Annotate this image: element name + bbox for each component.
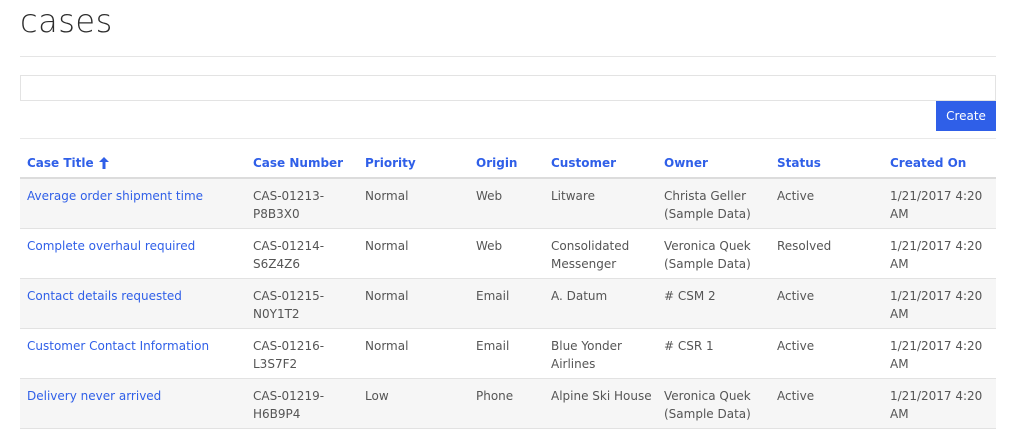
column-header-priority[interactable]: Priority (365, 156, 465, 170)
case-number-line: CAS-01216- (253, 339, 325, 353)
column-header-status[interactable]: Status (777, 156, 877, 170)
created-on-line: AM (890, 357, 909, 371)
owner-line: (Sample Data) (664, 257, 751, 271)
customer-cell: Litware (551, 187, 656, 205)
case-title-link[interactable]: Delivery never arrived (27, 387, 247, 405)
customer-line: Blue Yonder (551, 339, 622, 353)
customer-line: Alpine Ski House (551, 389, 652, 403)
customer-line: Airlines (551, 357, 596, 371)
customer-line: Messenger (551, 257, 617, 271)
created-on-cell: 1/21/2017 4:20 AM (890, 187, 990, 223)
column-header-owner[interactable]: Owner (664, 156, 774, 170)
column-header-case-title[interactable]: Case Title (27, 156, 247, 170)
case-title-link[interactable]: Customer Contact Information (27, 337, 247, 355)
priority-cell: Normal (365, 189, 409, 203)
priority-cell: Normal (365, 239, 409, 253)
created-on-line: 1/21/2017 4:20 (890, 189, 983, 203)
case-number-line: S6Z4Z6 (253, 257, 300, 271)
created-on-line: 1/21/2017 4:20 (890, 389, 983, 403)
case-number-line: H6B9P4 (253, 407, 301, 421)
customer-line: Litware (551, 189, 595, 203)
case-number-line: CAS-01213- (253, 189, 325, 203)
page-title: cases (20, 2, 113, 40)
case-title-link[interactable]: Complete overhaul required (27, 237, 247, 255)
created-on-cell: 1/21/2017 4:20 AM (890, 237, 990, 273)
created-on-line: 1/21/2017 4:20 (890, 339, 983, 353)
status-cell: Active (777, 289, 815, 303)
owner-cell: Veronica Quek (Sample Data) (664, 237, 774, 273)
column-header-created-on[interactable]: Created On (890, 156, 990, 170)
table-row: Customer Contact Information CAS-01216- L… (20, 329, 996, 379)
owner-cell: Christa Geller (Sample Data) (664, 187, 774, 223)
table-body: Average order shipment time CAS-01213- P8… (20, 179, 996, 429)
case-number-cell: CAS-01216- L3S7F2 (253, 337, 353, 373)
column-header-label: Case Title (27, 156, 94, 170)
created-on-cell: 1/21/2017 4:20 AM (890, 287, 990, 323)
column-header-case-number[interactable]: Case Number (253, 156, 353, 170)
status-cell: Active (777, 189, 815, 203)
status-cell: Resolved (777, 239, 832, 253)
search-input[interactable] (20, 75, 996, 101)
owner-cell: Veronica Quek (Sample Data) (664, 387, 774, 423)
origin-cell: Email (476, 289, 510, 303)
table-row: Complete overhaul required CAS-01214- S6Z… (20, 229, 996, 279)
origin-cell: Web (476, 189, 503, 203)
column-header-origin[interactable]: Origin (476, 156, 546, 170)
owner-line: Veronica Quek (664, 389, 751, 403)
created-on-line: 1/21/2017 4:20 (890, 289, 983, 303)
customer-cell: A. Datum (551, 287, 656, 305)
case-number-line: CAS-01214- (253, 239, 325, 253)
case-number-cell: CAS-01215- N0Y1T2 (253, 287, 353, 323)
created-on-line: AM (890, 307, 909, 321)
owner-line: (Sample Data) (664, 407, 751, 421)
customer-line: Consolidated (551, 239, 630, 253)
column-header-customer[interactable]: Customer (551, 156, 656, 170)
owner-cell: # CSM 2 (664, 287, 774, 305)
created-on-line: AM (890, 407, 909, 421)
created-on-cell: 1/21/2017 4:20 AM (890, 337, 990, 373)
case-number-cell: CAS-01213- P8B3X0 (253, 187, 353, 223)
origin-cell: Web (476, 239, 503, 253)
priority-cell: Low (365, 389, 389, 403)
arrow-up-icon (98, 157, 109, 169)
origin-cell: Email (476, 339, 510, 353)
created-on-line: AM (890, 207, 909, 221)
case-number-line: L3S7F2 (253, 357, 298, 371)
owner-line: # CSM 2 (664, 289, 716, 303)
table-row: Contact details requested CAS-01215- N0Y1… (20, 279, 996, 329)
customer-cell: Alpine Ski House (551, 387, 656, 405)
owner-line: # CSR 1 (664, 339, 714, 353)
owner-line: Veronica Quek (664, 239, 751, 253)
created-on-line: 1/21/2017 4:20 (890, 239, 983, 253)
case-title-link[interactable]: Contact details requested (27, 287, 247, 305)
table-row: Average order shipment time CAS-01213- P8… (20, 179, 996, 229)
case-number-cell: CAS-01219- H6B9P4 (253, 387, 353, 423)
owner-line: (Sample Data) (664, 207, 751, 221)
case-title-link[interactable]: Average order shipment time (27, 187, 247, 205)
status-cell: Active (777, 389, 815, 403)
owner-line: Christa Geller (664, 189, 747, 203)
customer-cell: Consolidated Messenger (551, 237, 656, 273)
case-number-cell: CAS-01214- S6Z4Z6 (253, 237, 353, 273)
case-number-line: CAS-01219- (253, 389, 325, 403)
case-number-line: N0Y1T2 (253, 307, 300, 321)
cases-table: Case Title Case Number Priority Origin C… (20, 147, 996, 429)
toolbar-divider (20, 138, 996, 139)
create-button[interactable]: Create (936, 101, 996, 131)
priority-cell: Normal (365, 289, 409, 303)
customer-cell: Blue Yonder Airlines (551, 337, 656, 373)
case-number-line: CAS-01215- (253, 289, 325, 303)
owner-cell: # CSR 1 (664, 337, 774, 355)
status-cell: Active (777, 339, 815, 353)
customer-line: A. Datum (551, 289, 608, 303)
created-on-cell: 1/21/2017 4:20 AM (890, 387, 990, 423)
table-header: Case Title Case Number Priority Origin C… (20, 147, 996, 179)
case-number-line: P8B3X0 (253, 207, 300, 221)
title-divider (20, 56, 996, 57)
priority-cell: Normal (365, 339, 409, 353)
origin-cell: Phone (476, 389, 514, 403)
table-row: Delivery never arrived CAS-01219- H6B9P4 … (20, 379, 996, 429)
created-on-line: AM (890, 257, 909, 271)
